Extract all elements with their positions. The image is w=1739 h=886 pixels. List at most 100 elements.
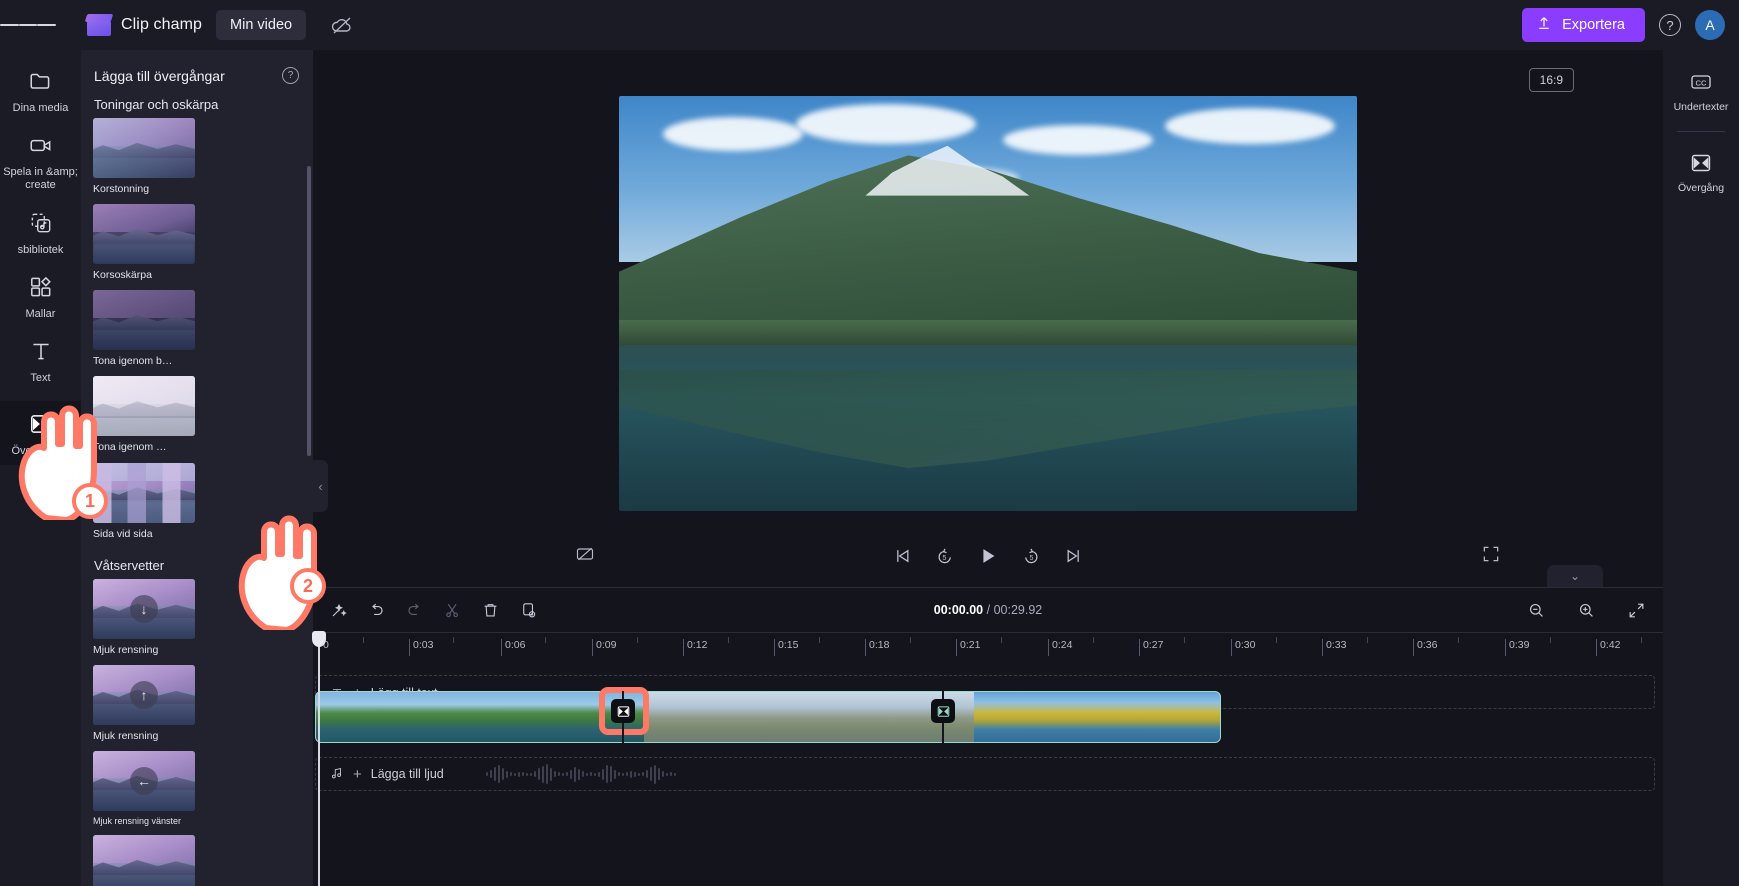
play-button[interactable] (977, 545, 999, 567)
transition-thumbnail (93, 204, 195, 265)
delete-trash-icon[interactable] (475, 595, 505, 625)
video-camera-icon (27, 131, 55, 159)
ruler-tick-label: 0:15 (778, 639, 799, 651)
transition-label: Tona igenom … (93, 441, 167, 454)
ruler-tick-label: 0:21 (960, 639, 981, 651)
skip-to-start-icon[interactable] (892, 546, 912, 566)
clipchamp-app: Clip champ Min video Exportera ? A Dina … (0, 0, 1739, 886)
transition-thumbnail: ↓ (93, 578, 195, 639)
transition-card[interactable]: ← Mjuk rensning vänster (93, 750, 195, 827)
ruler-tick-label: 0:36 (1417, 639, 1438, 651)
left-rail: Dina media Spela in &amp; create sbiblio… (0, 50, 81, 886)
transition-thumbnail: ↑ (93, 664, 195, 725)
skip-to-end-icon[interactable] (1064, 546, 1084, 566)
fullscreen-icon[interactable] (1481, 544, 1501, 569)
transition-card[interactable]: Korsoskärpa (93, 204, 195, 282)
transition-card[interactable]: ↑ Mjuk rensning (93, 664, 195, 743)
audio-waveform (316, 763, 1654, 785)
playhead[interactable] (312, 631, 326, 886)
timeline-ruler[interactable]: 0 0:03 0:06 0:09 0:12 0:15 0:18 0:21 0:2… (313, 632, 1663, 660)
cloud-off-icon[interactable] (330, 13, 354, 37)
top-bar: Clip champ Min video Exportera ? A (0, 0, 1739, 50)
sidebar-label: Dina media (12, 102, 69, 114)
right-rail-item-undertexter[interactable]: CC Undertexter (1663, 60, 1739, 122)
collapse-panel-chevron-icon[interactable]: ‹ (313, 460, 328, 512)
transition-card[interactable]: Tona igenom … (93, 376, 195, 454)
timeline: ⌄ 00:00.00 / 00:29.92 0 0:03 0:06 0:09 0… (312, 565, 1663, 886)
clip-frame (315, 691, 398, 743)
aspect-ratio-chip[interactable]: 16:9 (1528, 68, 1574, 92)
split-scissors-icon[interactable] (437, 595, 467, 625)
sidebar-item-spela-in[interactable]: Spela in &amp; create (0, 122, 81, 199)
panel-header: Lägga till övergångar ? (81, 50, 313, 88)
current-time: 00:00.00 (933, 603, 984, 617)
section-title: Toningar och oskärpa (94, 97, 219, 112)
closed-captions-icon: CC (1688, 69, 1714, 95)
panel-title: Lägga till övergångar (94, 67, 225, 84)
plus-icon: + (353, 765, 362, 783)
transition-card[interactable]: Tona igenom b… (93, 290, 195, 368)
playhead-knob[interactable] (312, 631, 326, 647)
magic-wand-icon[interactable] (323, 595, 353, 625)
sidebar-item-dina-media[interactable]: Dina media (0, 58, 81, 122)
captions-off-icon[interactable] (575, 544, 595, 569)
export-button-label: Exportera (1562, 17, 1625, 33)
transition-card[interactable]: ↓ Mjuk rensning (93, 578, 195, 657)
help-circle-icon[interactable]: ? (282, 67, 299, 84)
transition-thumbnail (93, 462, 195, 523)
music-note-icon (330, 766, 344, 783)
svg-text:5: 5 (943, 555, 947, 562)
clip-frame (1138, 691, 1221, 743)
arrow-left-icon: ← (130, 766, 158, 795)
video-clip[interactable] (315, 691, 1221, 743)
rail-divider (0, 392, 81, 401)
transition-label: Korsoskärpa (93, 269, 152, 282)
undo-icon[interactable] (361, 595, 391, 625)
project-name-chip[interactable]: Min video (216, 10, 307, 40)
arrow-down-icon: ↓ (130, 594, 158, 623)
sidebar-item-bibliotek[interactable]: sbibliotek (0, 200, 81, 264)
clip-frame (397, 691, 480, 743)
avatar[interactable]: A (1695, 10, 1725, 40)
zoom-out-icon[interactable] (1521, 595, 1551, 625)
clip-frame (479, 691, 563, 743)
panel-scrollbar[interactable] (307, 166, 311, 456)
fit-to-screen-icon[interactable] (1621, 595, 1651, 625)
ruler-tick-label: 0:18 (869, 639, 890, 651)
transition-card[interactable]: Mjuk rensning (93, 835, 195, 886)
transition-marker-2[interactable] (931, 699, 955, 723)
ruler-tick-label: 0:24 (1052, 639, 1073, 651)
rewind-5-icon[interactable]: 5 (934, 546, 955, 567)
transition-label: Sida vid sida (93, 527, 153, 540)
redo-icon[interactable] (399, 595, 429, 625)
transport-controls: 5 5 (892, 545, 1084, 567)
help-circle-icon[interactable]: ? (1659, 14, 1681, 36)
audio-track[interactable]: + Lägga till ljud (315, 757, 1655, 791)
timeline-expander-chevron-down-icon[interactable]: ⌄ (1547, 565, 1603, 587)
transition-marker-1[interactable] (611, 699, 635, 723)
ruler-tick-label: 0:42 (1600, 639, 1621, 651)
preview-area: 16:9 5 5 (313, 50, 1663, 587)
transitions-grid: Korstonning Korsoskärpa Tona igenom b… T… (81, 118, 313, 549)
sidebar-item-text[interactable]: Text (0, 328, 81, 392)
sidebar-item-mallar[interactable]: Mallar (0, 264, 81, 328)
export-button[interactable]: Exportera (1522, 8, 1645, 42)
transition-card[interactable]: Sida vid sida (93, 462, 195, 541)
transition-label: Mjuk rensning (93, 729, 159, 742)
ruler-tick-label: 0:12 (687, 639, 708, 651)
arrow-up-icon: ↑ (130, 680, 158, 709)
transition-thumbnail: ← (93, 750, 195, 811)
video-preview-stage[interactable] (619, 96, 1357, 511)
sidebar-item-overgangar[interactable]: Övergångar (0, 401, 81, 466)
transition-card[interactable]: Korstonning (93, 118, 195, 196)
clip-frame (644, 691, 727, 743)
forward-5-icon[interactable]: 5 (1021, 546, 1042, 567)
right-rail-item-overgang[interactable]: Övergång (1663, 141, 1739, 203)
ruler-tick-label: 0:39 (1509, 639, 1530, 651)
ruler-tick-label: 0:06 (505, 639, 526, 651)
total-time: 00:29.92 (993, 603, 1043, 617)
duplicate-icon[interactable] (513, 595, 543, 625)
hamburger-icon[interactable] (0, 0, 57, 50)
step-badge-2: 2 (290, 568, 326, 604)
zoom-in-icon[interactable] (1571, 595, 1601, 625)
